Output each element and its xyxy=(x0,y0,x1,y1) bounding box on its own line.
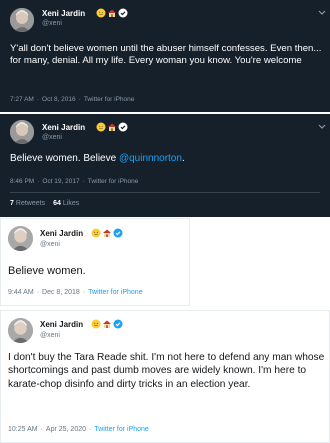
tweet-meta: 8:46 PM · Oct 19, 2017 · Twitter for iPhone xyxy=(10,178,138,185)
author-handle[interactable]: @xeni xyxy=(40,241,60,248)
tweet-meta: 7:27 AM · Oct 8, 2016 · Twitter for iPhone xyxy=(10,96,134,103)
meta-separator: · xyxy=(89,426,92,433)
likes-count[interactable]: 64 xyxy=(53,200,61,207)
tweet-card-1: Xeni Jardin @xeni Y'all don't believe wo… xyxy=(0,0,330,112)
tweet-time: 10:25 AM xyxy=(8,426,38,433)
avatar[interactable] xyxy=(8,226,33,251)
meta-separator: · xyxy=(40,426,43,433)
avatar[interactable] xyxy=(10,8,34,32)
meta-separator: · xyxy=(36,96,40,103)
retweets-label[interactable]: Retweets xyxy=(16,200,45,207)
author-handle[interactable]: @xeni xyxy=(40,332,60,339)
author-name[interactable]: Xeni Jardin xyxy=(42,123,85,132)
tweet-source[interactable]: Twitter for iPhone xyxy=(94,426,148,433)
tweet-date[interactable]: Apr 25, 2020 xyxy=(46,426,86,433)
tweet-date[interactable]: Oct 19, 2017 xyxy=(42,178,79,185)
engagement-stats: 7 Retweets 64 Likes xyxy=(10,200,79,207)
tweet-time: 9:44 AM xyxy=(8,289,34,296)
tweet-time: 8:46 PM xyxy=(10,178,35,185)
retweets-count[interactable]: 7 xyxy=(10,200,14,207)
meta-separator: · xyxy=(82,178,85,185)
tweet-date[interactable]: Oct 8, 2016 xyxy=(42,96,76,103)
tweet-text-suffix: . xyxy=(181,153,185,164)
tweet-card-2: Xeni Jardin @xeni Believe women. Believe… xyxy=(0,114,330,217)
tweet-text: Y'all don't believe women until the abus… xyxy=(10,43,322,67)
avatar[interactable] xyxy=(8,318,33,343)
sun-with-face-icon xyxy=(96,122,106,132)
verified-badge-icon xyxy=(113,319,123,329)
divider xyxy=(10,192,320,193)
author-name[interactable]: Xeni Jardin xyxy=(42,9,85,18)
author-handle[interactable]: @xeni xyxy=(42,134,62,141)
tweet-text: Believe women. Believe @quinnnorton. xyxy=(10,153,326,166)
sun-with-face-icon xyxy=(91,319,101,329)
tweet-text: Believe women. xyxy=(8,265,86,277)
tweet-meta: 10:25 AM · Apr 25, 2020 · Twitter for iPhone xyxy=(8,426,149,433)
tweet-date[interactable]: Dec 8, 2018 xyxy=(42,289,80,296)
avatar[interactable] xyxy=(10,120,34,144)
sun-with-face-icon xyxy=(91,228,101,238)
tweet-text-prefix: Believe women. Believe xyxy=(10,153,119,164)
chevron-down-icon[interactable] xyxy=(318,10,326,16)
tweet-meta: 9:44 AM · Dec 8, 2018 · Twitter for iPhone xyxy=(8,289,143,296)
tweet-card-3: Xeni Jardin @xeni Believe women. 9:44 AM… xyxy=(0,218,190,306)
tweet-source[interactable]: Twitter for iPhone xyxy=(88,178,139,185)
verified-badge-icon xyxy=(118,8,128,18)
author-handle[interactable]: @xeni xyxy=(42,20,62,27)
tweet-text: I don't buy the Tara Reade shit. I'm not… xyxy=(8,352,325,390)
tweet-card-4: Xeni Jardin @xeni I don't buy the Tara R… xyxy=(0,310,330,443)
house-icon xyxy=(107,122,117,132)
house-icon xyxy=(107,8,117,18)
chevron-down-icon[interactable] xyxy=(318,124,326,130)
house-icon xyxy=(102,228,112,238)
house-icon xyxy=(102,319,112,329)
sun-with-face-icon xyxy=(96,8,106,18)
verified-badge-icon xyxy=(113,228,123,238)
verified-badge-icon xyxy=(118,122,128,132)
mention-link[interactable]: @quinnnorton xyxy=(119,153,182,164)
tweet-time: 7:27 AM xyxy=(10,96,34,103)
author-name[interactable]: Xeni Jardin xyxy=(40,320,83,329)
meta-separator: · xyxy=(37,178,40,185)
meta-separator: · xyxy=(36,289,40,296)
likes-label[interactable]: Likes xyxy=(63,200,79,207)
tweet-source[interactable]: Twitter for iPhone xyxy=(84,96,135,103)
meta-separator: · xyxy=(82,289,86,296)
tweet-source[interactable]: Twitter for iPhone xyxy=(88,289,142,296)
author-name[interactable]: Xeni Jardin xyxy=(40,229,83,238)
meta-separator: · xyxy=(78,96,81,103)
